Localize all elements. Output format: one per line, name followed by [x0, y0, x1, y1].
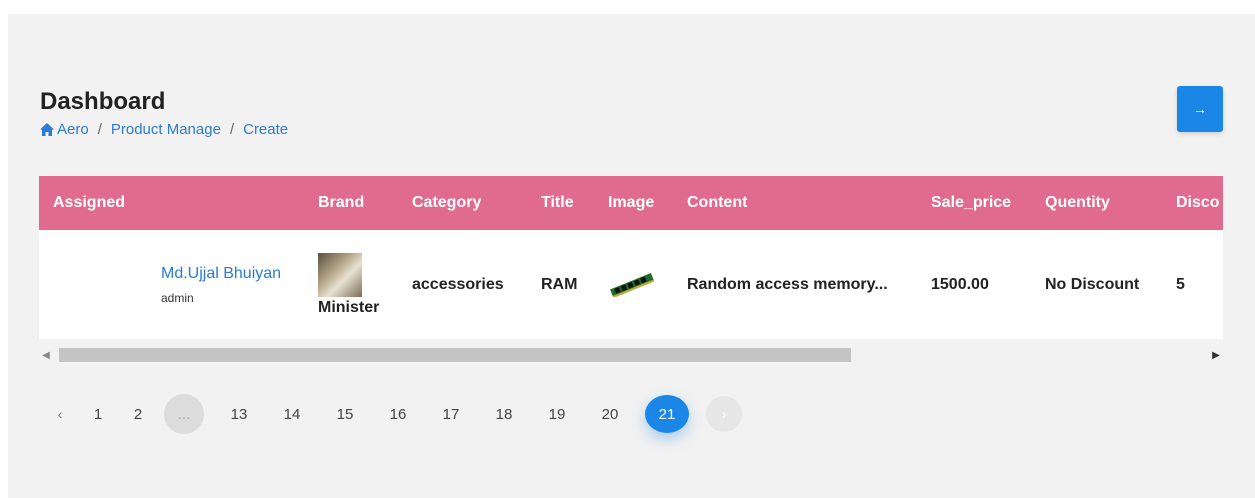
assigned-user-role: admin	[161, 290, 194, 305]
pagination-ellipsis[interactable]: ...	[164, 394, 204, 434]
breadcrumb: Aero / Product Manage / Create	[40, 121, 288, 138]
column-header-content[interactable]: Content	[673, 176, 917, 230]
image-cell	[594, 230, 673, 339]
brand-cell: Minister	[304, 230, 398, 339]
pagination-page-15[interactable]: 15	[327, 396, 363, 432]
column-header-image[interactable]: Image	[594, 176, 673, 230]
brand-name: Minister	[318, 298, 380, 316]
scroll-right-arrow-icon[interactable]: ▶	[1209, 347, 1223, 363]
sale-price-cell: 1500.00	[931, 275, 989, 293]
breadcrumb-link-product-manage[interactable]: Product Manage	[111, 121, 221, 138]
column-header-category[interactable]: Category	[398, 176, 527, 230]
pagination-page-18[interactable]: 18	[486, 396, 522, 432]
assigned-user-link[interactable]: Md.Ujjal Bhuiyan	[161, 265, 304, 283]
horizontal-scrollbar[interactable]: ◀ ▶	[39, 345, 1223, 365]
pagination-page-20[interactable]: 20	[592, 396, 628, 432]
brand-logo-image	[318, 252, 362, 297]
breadcrumb-link-create[interactable]: Create	[243, 121, 288, 138]
pagination-page-1[interactable]: 1	[84, 396, 112, 432]
pagination-page-14[interactable]: 14	[274, 396, 310, 432]
products-table: Assigned Brand Category Title Image Cont…	[39, 176, 1223, 339]
column-header-title[interactable]: Title	[527, 176, 594, 230]
pagination: ‹ 1 2 ... 13 14 15 16 17 18 19 20 21 ›	[46, 394, 759, 434]
pagination-page-21-active[interactable]: 21	[645, 395, 689, 433]
column-header-sale-price[interactable]: Sale_price	[917, 176, 1031, 230]
pagination-page-2[interactable]: 2	[124, 396, 152, 432]
pagination-page-19[interactable]: 19	[539, 396, 575, 432]
column-header-assigned[interactable]: Assigned	[39, 176, 304, 230]
category-cell: accessories	[412, 275, 504, 293]
discount-cell: 5	[1176, 275, 1185, 293]
table-row: Md.Ujjal Bhuiyan admin Minister accessor…	[39, 230, 1223, 339]
pagination-page-16[interactable]: 16	[380, 396, 416, 432]
quentity-cell: No Discount	[1045, 275, 1140, 293]
pagination-page-17[interactable]: 17	[433, 396, 469, 432]
next-page-button[interactable]: →	[1177, 86, 1223, 132]
scrollbar-thumb[interactable]	[59, 348, 851, 362]
title-cell: RAM	[541, 275, 578, 293]
column-header-quentity[interactable]: Quentity	[1031, 176, 1162, 230]
breadcrumb-link-aero[interactable]: Aero	[57, 121, 89, 138]
breadcrumb-separator: /	[229, 121, 235, 138]
ram-module-image	[610, 272, 655, 297]
pagination-next-button[interactable]: ›	[706, 396, 742, 432]
assigned-cell: Md.Ujjal Bhuiyan admin	[39, 230, 304, 339]
arrow-right-icon: →	[1193, 101, 1207, 117]
page-title: Dashboard	[40, 88, 166, 115]
column-header-discount[interactable]: Disco	[1162, 176, 1223, 230]
content-cell: Random access memory...	[687, 275, 888, 293]
table-header-row: Assigned Brand Category Title Image Cont…	[39, 176, 1223, 230]
pagination-prev-button[interactable]: ‹	[46, 396, 74, 432]
breadcrumb-separator: /	[97, 121, 102, 138]
scroll-left-arrow-icon[interactable]: ◀	[39, 347, 53, 363]
pagination-page-13[interactable]: 13	[221, 396, 257, 432]
home-icon	[40, 123, 54, 136]
column-header-brand[interactable]: Brand	[304, 176, 398, 230]
